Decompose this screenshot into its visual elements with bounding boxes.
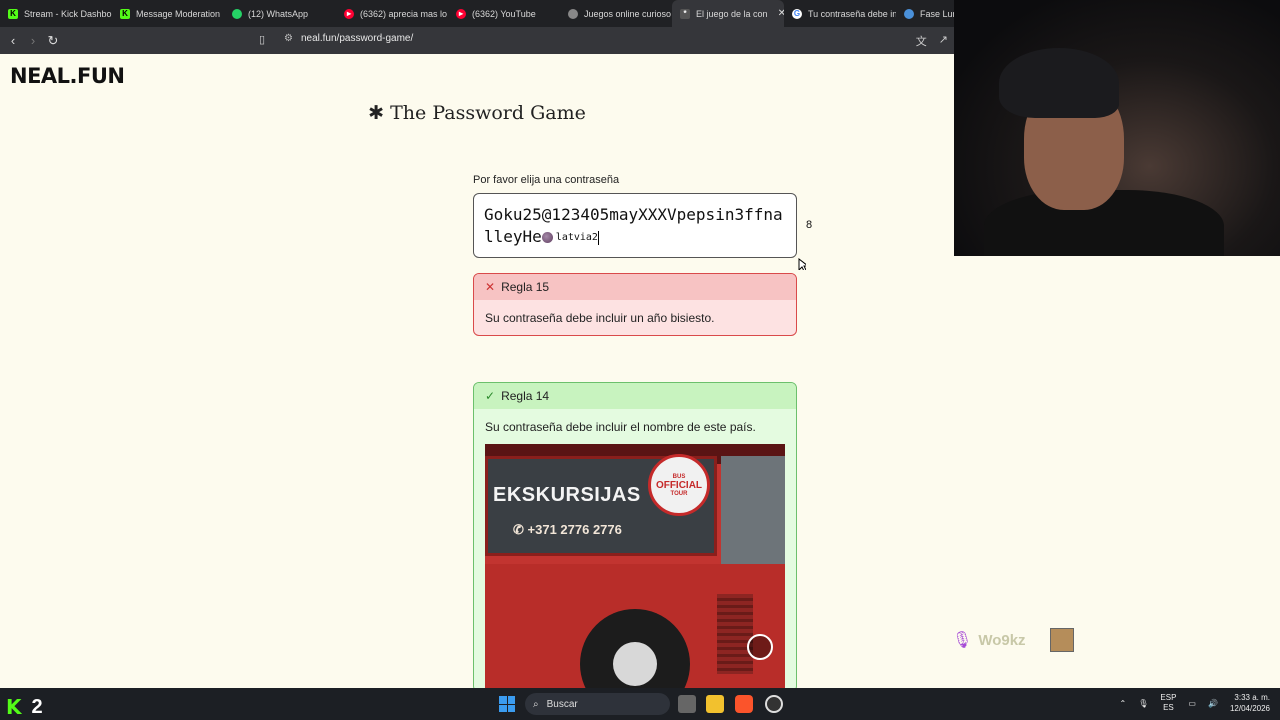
site-logo[interactable]: NEAL.FUN	[10, 64, 125, 88]
tab-fase-luna[interactable]: Fase Luna	[896, 0, 954, 27]
official-tour-badge: BUS OFFICIAL TOUR	[648, 454, 710, 516]
password-text: Goku25@123405mayXXXVpepsin3ffnalleyHe	[484, 205, 783, 246]
tab-label: Stream - Kick Dashbo	[24, 8, 112, 19]
country-street-view[interactable]: EKSKURSIJAS ✆ +371 2776 2776 BUS OFFICIA…	[485, 444, 785, 688]
tab-label: (6362) YouTube	[472, 8, 536, 19]
chat-username: Wo9kz	[978, 631, 1026, 649]
system-tray: ⌃ 🎙 ESP ES ▭ 🔊 3:33 a. m. 12/04/2026	[1120, 692, 1270, 714]
url-field[interactable]: ⚙ neal.fun/password-game/	[284, 33, 413, 44]
rule-text: Su contraseña debe incluir un año bisies…	[485, 311, 715, 325]
youtube-icon: ▸	[456, 8, 466, 19]
obs-icon[interactable]	[765, 695, 783, 713]
tab-youtube-2[interactable]: ▸ (6362) YouTube	[448, 0, 560, 27]
chevron-up-icon[interactable]: ⌃	[1120, 699, 1127, 708]
rule-header: ✕ Regla 15	[474, 274, 796, 300]
password-prompt: Por favor elija una contraseña	[473, 174, 620, 186]
asterisk-icon: ✱	[368, 102, 385, 124]
task-view-icon[interactable]	[678, 695, 696, 713]
youtube-icon: ▸	[344, 8, 354, 19]
microphone-icon: 🎙	[952, 632, 973, 649]
url-text: neal.fun/password-game/	[300, 33, 414, 44]
bus-sign-text: EKSKURSIJAS	[493, 484, 641, 506]
page-content: NEAL.FUN ✱ The Password Game Por favor e…	[0, 54, 954, 688]
tab-label: Fase Luna	[920, 8, 954, 19]
tab-google[interactable]: G Tu contraseña debe in	[784, 0, 896, 27]
bookmark-icon[interactable]: ▯	[259, 33, 265, 46]
stream-overlay-area	[954, 256, 1280, 688]
brave-browser-icon[interactable]	[735, 695, 753, 713]
tab-bar: K Stream - Kick Dashbo K Message Moderat…	[0, 0, 954, 27]
windows-start-icon[interactable]	[499, 696, 515, 712]
x-icon: ✕	[485, 280, 496, 294]
taskbar-search[interactable]: ⌕ Buscar	[525, 693, 670, 715]
kick-icon: K	[8, 8, 18, 19]
tab-password-game[interactable]: * El juego de la con ✕	[672, 0, 784, 27]
file-explorer-icon[interactable]	[706, 695, 724, 713]
translate-icon[interactable]: 文	[916, 33, 927, 49]
kick-count: 2	[31, 695, 43, 718]
volume-icon[interactable]: 🔊	[1208, 699, 1218, 708]
moon-emoji-chip: latvia2	[541, 227, 598, 249]
rule-14-card: ✓ Regla 14 Su contraseña debe incluir el…	[473, 382, 797, 688]
forward-icon[interactable]: ›	[23, 33, 43, 48]
tab-youtube-1[interactable]: ▸ (6362) aprecia mas lo	[336, 0, 448, 27]
taskbar: K 2 ⌕ Buscar ⌃ 🎙 ESP ES ▭ 🔊 3:33 a. m. 1…	[0, 688, 1280, 720]
kick-logo-icon: K	[6, 695, 22, 719]
tab-label: Tu contraseña debe in	[808, 8, 896, 19]
character-count: 8	[806, 219, 813, 231]
kick-widget: K 2	[6, 695, 43, 719]
kick-icon: K	[120, 8, 130, 19]
globe-icon	[904, 8, 914, 19]
moon-icon	[541, 232, 553, 243]
mouse-cursor-icon	[798, 258, 806, 270]
webcam-feed	[954, 0, 1280, 256]
password-input[interactable]: Goku25@123405mayXXXVpepsin3ffnalleyHe lat…	[473, 193, 797, 258]
share-icon[interactable]: ↗	[939, 33, 948, 49]
tab-whatsapp[interactable]: (12) WhatsApp	[224, 0, 336, 27]
network-icon[interactable]: ▭	[1188, 699, 1196, 708]
bus-phone-text: ✆ +371 2776 2776	[513, 522, 622, 537]
language-indicator[interactable]: ESP ES	[1160, 693, 1176, 713]
back-icon[interactable]: ‹	[3, 33, 23, 48]
avatar	[1050, 628, 1074, 652]
tab-kick-dashboard[interactable]: K Stream - Kick Dashbo	[0, 0, 112, 27]
reload-icon[interactable]: ↻	[43, 33, 63, 49]
tab-label: (6362) aprecia mas lo	[360, 8, 448, 19]
rule-label: Regla 14	[501, 389, 550, 403]
google-icon: G	[792, 8, 802, 19]
check-icon: ✓	[485, 389, 496, 403]
clock[interactable]: 3:33 a. m. 12/04/2026	[1230, 692, 1270, 714]
tab-message-moderation[interactable]: K Message Moderation	[112, 0, 224, 27]
neal-icon: *	[680, 8, 690, 19]
rule-text: Su contraseña debe incluir el nombre de …	[485, 420, 756, 434]
microphone-icon[interactable]: 🎙	[1138, 699, 1148, 708]
chat-overlay: 🎙 Wo9kz	[952, 628, 1074, 652]
search-icon: ⌕	[533, 698, 539, 710]
tab-label: (12) WhatsApp	[248, 8, 309, 19]
tab-label: El juego de la con	[696, 8, 768, 19]
tab-label: Juegos online curioso	[584, 8, 672, 19]
rule-label: Regla 15	[501, 280, 550, 294]
tab-label: Message Moderation	[136, 8, 221, 19]
rule-header: ✓ Regla 14	[474, 383, 796, 409]
address-bar: ‹ › ↻ ▯ ⚙ neal.fun/password-game/ 文 ↗	[0, 27, 954, 54]
compass-icon[interactable]	[747, 634, 773, 660]
page-title: ✱ The Password Game	[368, 102, 586, 124]
site-info-icon[interactable]: ⚙	[284, 33, 293, 44]
whatsapp-icon	[232, 8, 242, 19]
rule-15-card: ✕ Regla 15 Su contraseña debe incluir un…	[473, 273, 797, 336]
neal-icon	[568, 8, 578, 19]
tab-juegos-online[interactable]: Juegos online curioso	[560, 0, 672, 27]
